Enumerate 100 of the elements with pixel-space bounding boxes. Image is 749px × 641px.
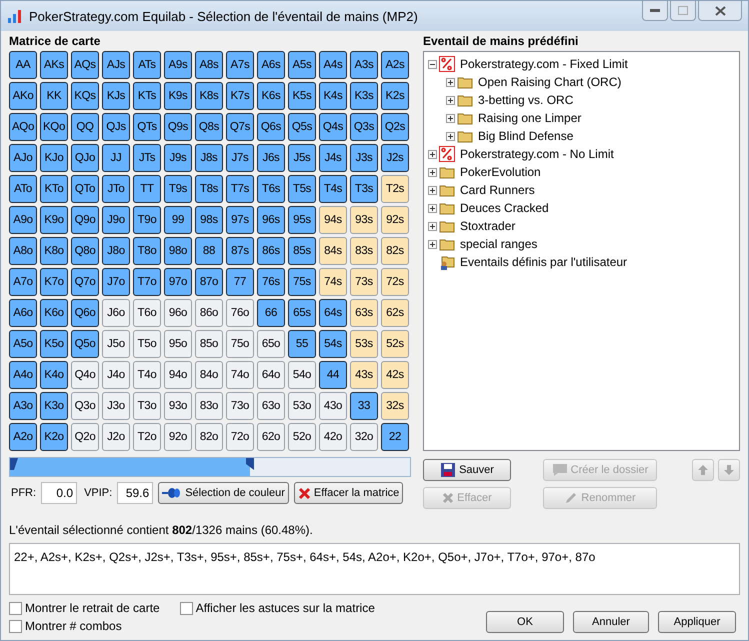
hand-cell[interactable]: 73o (226, 392, 254, 420)
hand-cell[interactable]: T5o (133, 330, 161, 358)
hand-cell[interactable]: 86s (257, 237, 285, 265)
hand-cell[interactable]: 54o (288, 361, 316, 389)
slider-handle[interactable] (10, 458, 18, 470)
hand-cell[interactable]: K4s (319, 82, 347, 110)
tree-item[interactable]: Pokerstrategy.com - No Limit (460, 147, 614, 161)
hand-cell[interactable]: 32o (350, 423, 378, 451)
tree-item[interactable]: Big Blind Defense (478, 129, 574, 143)
hand-cell[interactable]: 97s (226, 206, 254, 234)
hand-cell[interactable]: A9s (164, 51, 192, 79)
expand-icon[interactable] (428, 240, 437, 248)
tree-item[interactable]: 3-betting vs. ORC (478, 93, 574, 107)
hand-cell[interactable]: KTo (40, 175, 68, 203)
hand-cell[interactable]: Q2o (71, 423, 99, 451)
hand-cell[interactable]: 65s (288, 299, 316, 327)
hand-cell[interactable]: 64o (257, 361, 285, 389)
hand-cell[interactable]: 95o (164, 330, 192, 358)
hand-cell[interactable]: 22 (381, 423, 409, 451)
option-checkbox[interactable]: Afficher les astuces sur la matrice (180, 601, 375, 615)
collapse-icon[interactable] (428, 60, 437, 68)
hand-cell[interactable]: 94o (164, 361, 192, 389)
hand-cell[interactable]: A7s (226, 51, 254, 79)
clear-matrix-button[interactable]: Effacer la matrice (294, 482, 404, 504)
hand-cell[interactable]: AQs (71, 51, 99, 79)
hand-cell[interactable]: Q7s (226, 113, 254, 141)
hand-cell[interactable]: 42o (319, 423, 347, 451)
hand-cell[interactable]: K8s (195, 82, 223, 110)
hand-cell[interactable]: 98s (195, 206, 223, 234)
hand-cell[interactable]: QQ (71, 113, 99, 141)
hand-cell[interactable]: 92o (164, 423, 192, 451)
hand-cell[interactable]: AKo (9, 82, 37, 110)
save-button[interactable]: Sauver (423, 459, 511, 481)
expand-icon[interactable] (428, 150, 437, 158)
hand-cell[interactable]: ATo (9, 175, 37, 203)
hand-cell[interactable]: 93o (164, 392, 192, 420)
hand-cell[interactable]: J9s (164, 144, 192, 172)
hand-cell[interactable]: T5s (288, 175, 316, 203)
close-button[interactable] (698, 1, 742, 21)
hand-cell[interactable]: 83o (195, 392, 223, 420)
hand-cell[interactable]: 77 (226, 268, 254, 296)
hand-cell[interactable]: 52s (381, 330, 409, 358)
hand-cell[interactable]: 53s (350, 330, 378, 358)
hand-cell[interactable]: 74o (226, 361, 254, 389)
hand-cell[interactable]: 44 (319, 361, 347, 389)
hand-cell[interactable]: A6o (9, 299, 37, 327)
hand-cell[interactable]: 97o (164, 268, 192, 296)
hand-cell[interactable]: TT (133, 175, 161, 203)
hand-cell[interactable]: A3s (350, 51, 378, 79)
hand-cell[interactable]: 93s (350, 206, 378, 234)
hand-cell[interactable]: 98o (164, 237, 192, 265)
hand-cell[interactable]: 95s (288, 206, 316, 234)
hand-cell[interactable]: KQs (71, 82, 99, 110)
hand-cell[interactable]: 96o (164, 299, 192, 327)
checkbox[interactable] (180, 602, 193, 614)
hand-cell[interactable]: K2s (381, 82, 409, 110)
hand-cell[interactable]: K5s (288, 82, 316, 110)
hand-cell[interactable]: ATs (133, 51, 161, 79)
tree-item[interactable]: Deuces Cracked (460, 201, 549, 215)
hand-cell[interactable]: A5s (288, 51, 316, 79)
hand-cell[interactable]: 62s (381, 299, 409, 327)
hand-cell[interactable]: J6o (102, 299, 130, 327)
hand-cell[interactable]: J2s (381, 144, 409, 172)
hand-cell[interactable]: Q4o (71, 361, 99, 389)
hand-cell[interactable]: J2o (102, 423, 130, 451)
hand-cell[interactable]: A8o (9, 237, 37, 265)
hand-cell[interactable]: QJo (71, 144, 99, 172)
hand-cell[interactable]: J8o (102, 237, 130, 265)
hand-cell[interactable]: T8s (195, 175, 223, 203)
hand-cell[interactable]: 82s (381, 237, 409, 265)
hand-cell[interactable]: KTs (133, 82, 161, 110)
hand-cell[interactable]: J5s (288, 144, 316, 172)
hand-cell[interactable]: Q5o (71, 330, 99, 358)
hand-cell[interactable]: K9o (40, 206, 68, 234)
hand-cell[interactable]: JTo (102, 175, 130, 203)
hand-cell[interactable]: T7o (133, 268, 161, 296)
hand-cell[interactable]: J7s (226, 144, 254, 172)
hand-cell[interactable]: 65o (257, 330, 285, 358)
color-select-button[interactable]: Sélection de couleur (158, 482, 289, 504)
hand-cell[interactable]: A8s (195, 51, 223, 79)
hand-cell[interactable]: 94s (319, 206, 347, 234)
hand-cell[interactable]: T4o (133, 361, 161, 389)
hand-cell[interactable]: 86o (195, 299, 223, 327)
slider-handle[interactable] (246, 458, 254, 470)
hand-cell[interactable]: 84o (195, 361, 223, 389)
hand-cell[interactable]: 88 (195, 237, 223, 265)
hand-cell[interactable]: K3s (350, 82, 378, 110)
hand-cell[interactable]: J5o (102, 330, 130, 358)
hand-cell[interactable]: Q5s (288, 113, 316, 141)
hand-cell[interactable]: 84s (319, 237, 347, 265)
hand-cell[interactable]: 75o (226, 330, 254, 358)
hand-cell[interactable]: 85o (195, 330, 223, 358)
hand-cell[interactable]: 75s (288, 268, 316, 296)
expand-icon[interactable] (428, 204, 437, 212)
tree-item[interactable]: PokerEvolution (460, 165, 541, 179)
hand-cell[interactable]: Q9o (71, 206, 99, 234)
hand-cell[interactable]: K8o (40, 237, 68, 265)
hand-cell[interactable]: K2o (40, 423, 68, 451)
tree-item[interactable]: Pokerstrategy.com - Fixed Limit (460, 57, 628, 71)
hand-cell[interactable]: Q8s (195, 113, 223, 141)
